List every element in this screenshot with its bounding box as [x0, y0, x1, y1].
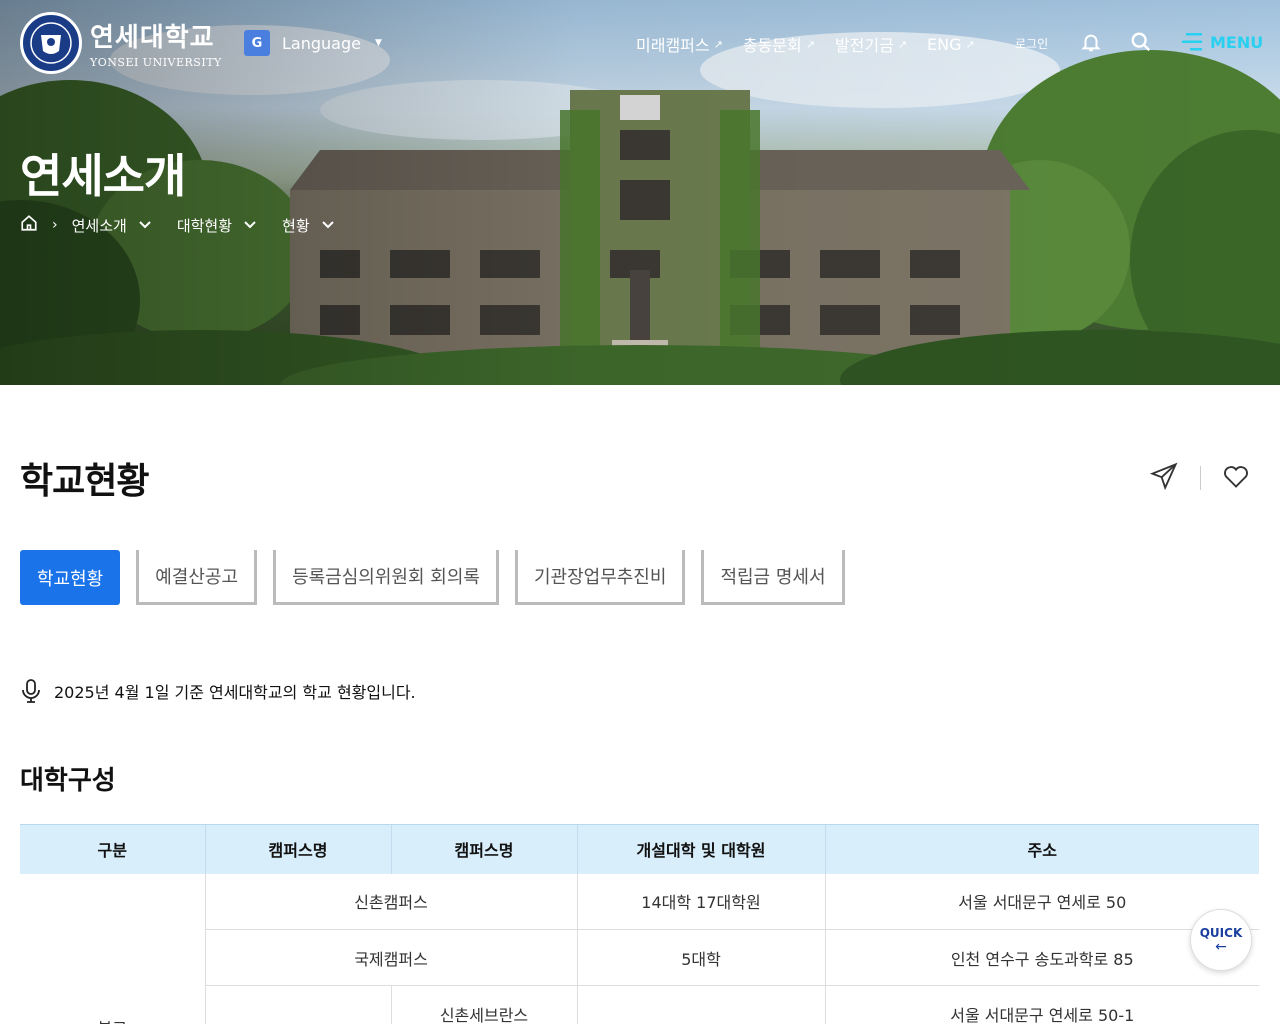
search-icon[interactable] [1130, 31, 1152, 57]
nav-link-future-campus[interactable]: 미래캠퍼스 ↗ [636, 32, 723, 56]
nav-link-label: 미래캠퍼스 [636, 36, 710, 55]
nav-link-label: 발전기금 [834, 36, 894, 55]
nav-link-label: ENG [927, 34, 962, 54]
menu-button[interactable]: MENU [1180, 31, 1263, 53]
language-selector[interactable]: G Language ▼ [244, 30, 382, 56]
column-header: 주소 [824, 824, 1259, 874]
nav-link-fund[interactable]: 발전기금 ↗ [835, 32, 907, 56]
quick-label: QUICK [1199, 926, 1243, 940]
university-seal-icon [20, 12, 82, 74]
notice-line: 2025년 4월 1일 기준 연세대학교의 학교 현황입니다. [20, 678, 416, 704]
bell-icon[interactable] [1080, 31, 1102, 57]
nav-link-label: 총동문회 [742, 36, 802, 55]
column-header: 구분 [20, 824, 205, 874]
caret-down-icon: ▼ [374, 38, 382, 48]
address-cell: 서울 서대문구 연세로 50-1 [824, 985, 1259, 1024]
logo-english-name: YONSEI UNIVERSITY [90, 56, 222, 69]
campus-sub-cell: 신촌세브란스 [390, 985, 577, 1024]
table-header-row: 구분 캠퍼스명 캠퍼스명 개설대학 및 대학원 주소 [20, 824, 1259, 874]
tab-budget-notice[interactable]: 예결산공고 [136, 550, 258, 605]
page-title: 학교현황 [20, 461, 149, 502]
language-label: Language [282, 33, 361, 53]
address-cell: 서울 서대문구 연세로 50 [824, 873, 1259, 930]
translate-icon: G [244, 30, 270, 56]
top-utility-nav: 미래캠퍼스 ↗ 총동문회 ↗ 발전기금 ↗ ENG ↗ [636, 32, 995, 56]
home-icon[interactable] [20, 214, 38, 236]
breadcrumb-item-current[interactable]: 현황 [282, 215, 334, 236]
nav-link-eng[interactable]: ENG ↗ [927, 35, 975, 54]
breadcrumb-item-status[interactable]: 대학현황 [177, 215, 256, 236]
nav-link-alumni[interactable]: 총동문회 ↗ [743, 32, 815, 56]
colleges-cell [576, 985, 825, 1024]
tab-tuition-committee[interactable]: 등록금심의위원회 회의록 [273, 550, 499, 605]
chevron-down-icon [321, 221, 334, 229]
colleges-cell: 5대학 [576, 929, 825, 986]
quick-menu-button[interactable]: QUICK ← [1190, 909, 1252, 971]
external-link-icon: ↗ [897, 37, 908, 51]
yonsei-logo[interactable]: 연세대학교 YONSEI UNIVERSITY [20, 12, 222, 74]
colleges-cell: 14대학 17대학원 [576, 873, 825, 930]
arrow-left-icon: ← [1215, 939, 1227, 955]
table-row: 신촌세브란스 서울 서대문구 연세로 50-1 [20, 985, 1259, 1024]
icon-divider [1200, 466, 1201, 490]
external-link-icon: ↗ [965, 37, 975, 51]
group-cell: 본교 [20, 873, 205, 1024]
hero-title: 연세소개 [20, 149, 186, 203]
breadcrumb-label: 대학현황 [176, 216, 233, 235]
section-title: 대학구성 [20, 766, 116, 796]
table-row: 본교 신촌캠퍼스 14대학 17대학원 서울 서대문구 연세로 50 [20, 873, 1259, 1024]
tab-school-status[interactable]: 학교현황 [20, 550, 121, 605]
breadcrumb-label: 연세소개 [71, 216, 127, 235]
menu-label: MENU [1210, 32, 1264, 52]
external-link-icon: ↗ [713, 37, 723, 51]
hamburger-icon [1182, 33, 1202, 51]
tab-executive-expenses[interactable]: 기관장업무추진비 [514, 550, 686, 605]
microphone-icon [22, 679, 40, 703]
chevron-down-icon [244, 221, 256, 229]
campus-cell: 국제캠퍼스 [204, 929, 577, 986]
column-header: 개설대학 및 대학원 [576, 824, 825, 874]
tab-reserve-statement[interactable]: 적립금 명세서 [701, 550, 845, 605]
breadcrumb-item-about[interactable]: 연세소개 [72, 215, 151, 236]
notice-text: 2025년 4월 1일 기준 연세대학교의 학교 현황입니다. [54, 683, 416, 702]
column-header: 캠퍼스명 [204, 824, 391, 874]
sub-tabs: 학교현황 예결산공고 등록금심의위원회 회의록 기관장업무추진비 적립금 명세서 [20, 550, 845, 605]
campus-cell: 신촌캠퍼스 [204, 873, 577, 930]
heart-icon[interactable] [1222, 462, 1250, 494]
chevron-down-icon [139, 221, 151, 229]
breadcrumb: › 연세소개 대학현황 현황 [20, 214, 360, 236]
chevron-right-icon: › [52, 217, 58, 233]
breadcrumb-label: 현황 [282, 216, 310, 235]
login-link[interactable]: 로그인 [1015, 35, 1048, 52]
campus-cell-empty [204, 985, 391, 1024]
share-icon[interactable] [1149, 462, 1178, 494]
column-header: 캠퍼스명 [390, 824, 577, 874]
campus-table: 구분 캠퍼스명 캠퍼스명 개설대학 및 대학원 주소 본교 신촌캠퍼스 14대학… [20, 824, 1259, 1024]
logo-korean-name: 연세대학교 [90, 23, 215, 53]
external-link-icon: ↗ [805, 37, 815, 51]
table-row: 국제캠퍼스 5대학 인천 연수구 송도과학로 85 [20, 929, 1259, 986]
